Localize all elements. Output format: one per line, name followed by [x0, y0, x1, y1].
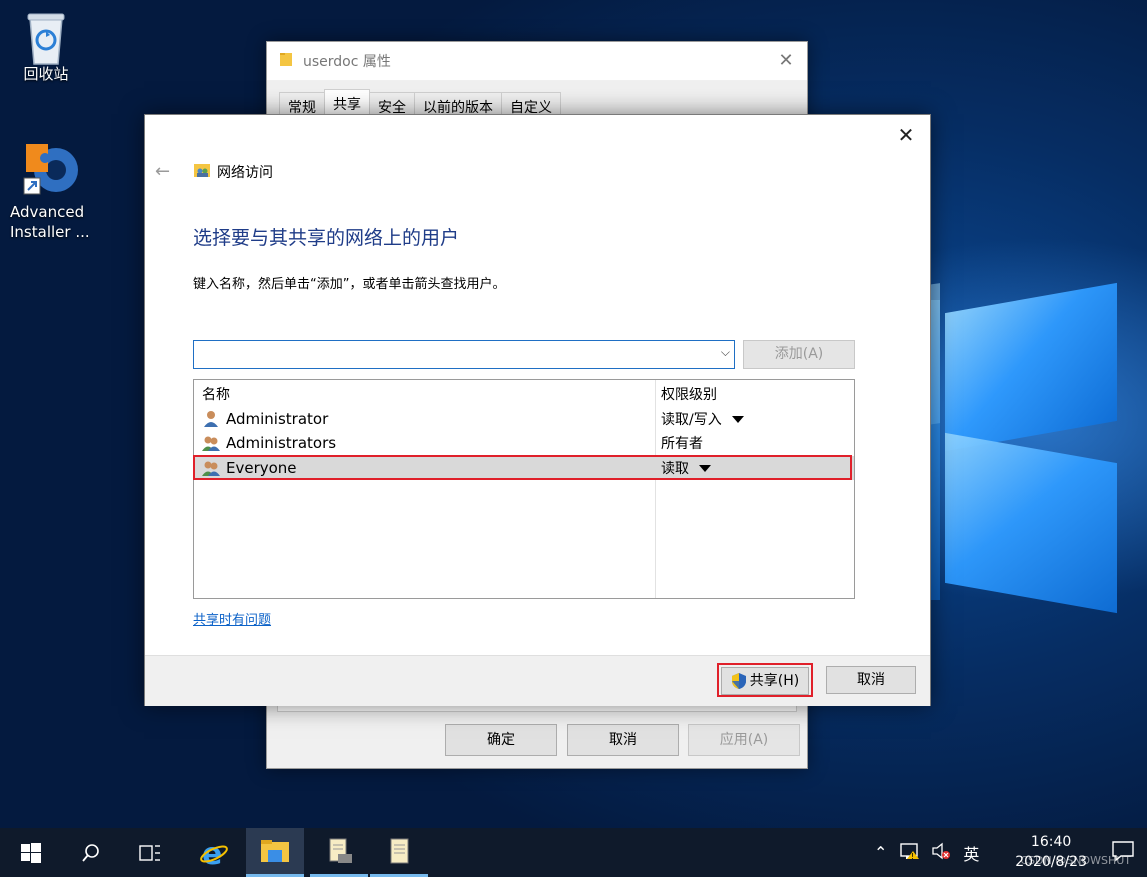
add-button[interactable]: 添加(A)	[743, 340, 855, 369]
properties-titlebar[interactable]: userdoc 属性 ✕	[267, 42, 807, 80]
input-method-indicator[interactable]: 英	[963, 841, 979, 865]
permission-level: 读取/写入	[661, 412, 722, 428]
properties-title: userdoc 属性	[303, 54, 391, 70]
search-button[interactable]	[62, 828, 120, 877]
clock-time: 16:40	[1030, 834, 1072, 850]
notification-center-button[interactable]	[1111, 840, 1135, 866]
search-icon	[82, 843, 99, 862]
chevron-down-icon[interactable]: ⌵	[721, 345, 730, 360]
list-item[interactable]: Administrators 所有者	[194, 431, 854, 455]
list-header: 名称 权限级别	[194, 382, 854, 406]
user-name-cell: Administrators	[202, 434, 336, 452]
instruction-text: 键入名称，然后单击“添加”，或者单击箭头查找用户。	[193, 277, 506, 292]
svg-text:!: !	[911, 852, 914, 861]
dialog-cancel-button[interactable]: 取消	[826, 666, 916, 694]
permission-cell: 所有者	[661, 433, 703, 453]
ok-button[interactable]: 确定	[445, 724, 557, 756]
recycle-bin-label: 回收站	[23, 65, 69, 83]
apply-button[interactable]: 应用(A)	[688, 724, 800, 756]
notepad-icon	[390, 838, 409, 864]
windows-start-icon	[21, 842, 41, 863]
file-explorer-icon	[261, 840, 289, 862]
notepad-printer-icon	[329, 838, 352, 863]
page-title: 选择要与其共享的网络上的用户	[193, 227, 460, 249]
group-icon	[202, 436, 220, 451]
back-arrow-icon[interactable]: ←	[155, 161, 170, 182]
breadcrumb: 网络访问	[193, 161, 273, 183]
advanced-installer-label: Advanced Installer ...	[10, 203, 90, 241]
wallpaper-pane-top-left	[945, 282, 1117, 452]
network-access-dialog: ✕ ← 网络访问 选择要与其共享的网络上的用户 键入名称，然后单击“添加”，或者…	[144, 114, 931, 706]
cancel-button[interactable]: 取消	[567, 724, 679, 756]
user-name-input[interactable]	[194, 341, 694, 368]
user-permission-list: 名称 权限级别 Administrator 读取/写入 Administrato…	[193, 379, 855, 599]
network-share-icon	[193, 161, 211, 183]
wallpaper-pane-edge	[930, 300, 940, 600]
task-view-button[interactable]	[121, 828, 179, 877]
desktop-icon-advanced-installer[interactable]: Advanced Installer ...	[0, 136, 92, 242]
selection-highlight-box	[193, 455, 852, 480]
desktop-icon-recycle-bin[interactable]: 回收站	[0, 8, 92, 84]
dropdown-arrow-icon[interactable]	[731, 415, 744, 423]
wallpaper-pane-bottom-left	[945, 432, 1117, 614]
network-icon[interactable]: !	[899, 841, 921, 865]
notepad-open-button[interactable]	[310, 828, 368, 877]
folder-icon	[279, 51, 293, 71]
properties-close-button[interactable]: ✕	[775, 50, 797, 72]
share-highlight-box	[717, 663, 813, 697]
internet-explorer-icon: e	[200, 838, 228, 868]
start-button[interactable]	[2, 828, 60, 877]
chevron-up-icon[interactable]: ⌃	[874, 843, 887, 862]
permission-dropdown[interactable]: 读取/写入	[661, 409, 744, 429]
user-name: Administrators	[226, 434, 337, 452]
help-link[interactable]: 共享时有问题	[193, 609, 271, 628]
task-view-icon	[139, 844, 160, 861]
notification-icon	[1112, 841, 1134, 862]
list-item[interactable]: Administrator 读取/写入	[194, 407, 854, 431]
user-icon	[204, 411, 218, 427]
system-tray: ⌃ ! 英	[874, 828, 979, 877]
user-name-cell: Administrator	[202, 410, 328, 428]
column-header-name[interactable]: 名称	[202, 384, 230, 404]
breadcrumb-label: 网络访问	[217, 165, 273, 181]
volume-muted-icon[interactable]	[931, 842, 951, 864]
taskbar: e ⌃ ! 英 16:40 2020/8/23 CSDN @SNOWSHUT	[0, 828, 1147, 877]
user-name-combobox[interactable]: ⌵	[193, 340, 735, 369]
column-header-permission[interactable]: 权限级别	[661, 384, 717, 404]
recycle-bin-icon	[20, 8, 72, 65]
file-explorer-button[interactable]	[246, 828, 304, 877]
user-name: Administrator	[226, 410, 329, 428]
dialog-close-button[interactable]: ✕	[894, 123, 918, 147]
notepad-button[interactable]	[370, 828, 428, 877]
advanced-installer-icon	[20, 136, 78, 198]
internet-explorer-button[interactable]: e	[185, 828, 243, 877]
permission-level: 所有者	[661, 436, 703, 452]
